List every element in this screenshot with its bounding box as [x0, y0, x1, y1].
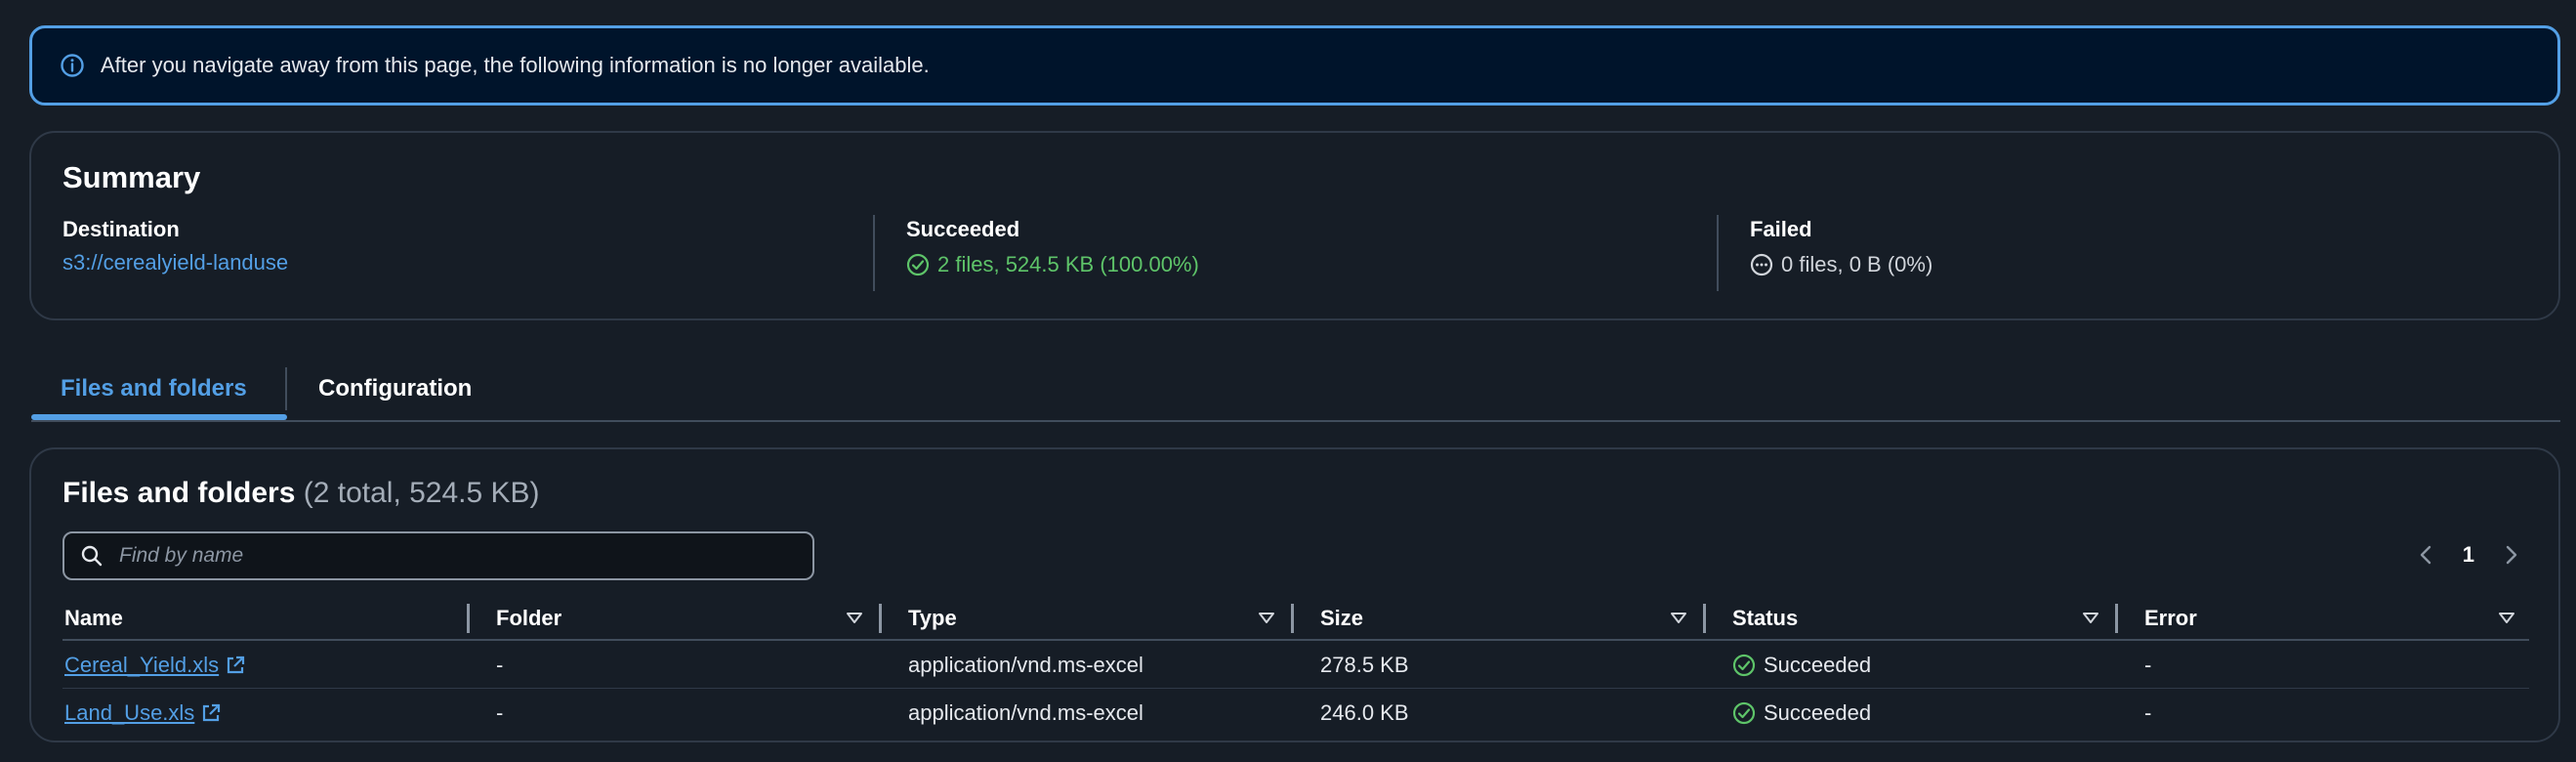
files-title: Files and folders	[62, 477, 296, 509]
summary-divider	[873, 215, 875, 291]
error-cell: -	[2144, 653, 2152, 677]
file-link[interactable]: Cereal_Yield.xls	[64, 653, 246, 678]
summary-title: Summary	[62, 160, 201, 194]
failed-column: Failed 0 files, 0 B (0%)	[1750, 217, 1932, 277]
summary-panel: Summary Destination s3://cerealyield-lan…	[29, 131, 2560, 320]
error-cell: -	[2144, 700, 2152, 725]
status-cell: Succeeded	[1732, 700, 1871, 726]
succeeded-value: 2 files, 524.5 KB (100.00%)	[937, 252, 1199, 276]
sort-caret-icon[interactable]	[1256, 608, 1277, 629]
external-link-icon	[225, 655, 246, 676]
column-resize-handle[interactable]	[1291, 604, 1294, 633]
files-table: Name Folder Type Size Status Error Cerea…	[62, 598, 2529, 737]
file-name: Land_Use.xls	[64, 700, 195, 725]
page: After you navigate away from this page, …	[0, 0, 2576, 762]
succeeded-column: Succeeded 2 files, 524.5 KB (100.00%)	[906, 217, 1199, 277]
active-tab-indicator	[31, 414, 287, 420]
previous-page-icon[interactable]	[2414, 539, 2437, 571]
folder-cell: -	[496, 700, 504, 725]
files-count: (2 total, 524.5 KB)	[303, 477, 540, 509]
destination-link[interactable]: s3://cerealyield-landuse	[62, 250, 288, 275]
failed-label: Failed	[1750, 217, 1812, 241]
check-circle-icon	[906, 253, 930, 276]
files-title-row: Files and folders (2 total, 524.5 KB)	[62, 477, 540, 510]
tab-files-and-folders[interactable]: Files and folders	[61, 375, 247, 402]
summary-divider	[1717, 215, 1719, 291]
table-header: Name Folder Type Size Status Error	[62, 598, 2529, 641]
info-alert: After you navigate away from this page, …	[29, 25, 2560, 106]
name-cell: Cereal_Yield.xls	[64, 653, 246, 678]
search-box	[62, 531, 814, 580]
name-cell: Land_Use.xls	[64, 700, 222, 726]
file-link[interactable]: Land_Use.xls	[64, 700, 222, 726]
check-circle-icon	[1732, 654, 1756, 677]
size-cell: 278.5 KB	[1320, 653, 1409, 677]
check-circle-icon	[1732, 701, 1756, 725]
column-header-error[interactable]: Error	[2144, 606, 2197, 631]
status-text: Succeeded	[1764, 653, 1872, 677]
failed-value-row: 0 files, 0 B (0%)	[1750, 252, 1932, 277]
type-cell: application/vnd.ms-excel	[908, 700, 1143, 725]
sort-caret-icon[interactable]	[844, 608, 865, 629]
search-icon	[80, 544, 104, 568]
status-text: Succeeded	[1764, 700, 1872, 725]
alert-text: After you navigate away from this page, …	[101, 53, 930, 77]
column-resize-handle[interactable]	[1703, 604, 1706, 633]
page-number[interactable]: 1	[2463, 542, 2474, 568]
files-panel: Files and folders (2 total, 524.5 KB) 1 …	[29, 447, 2560, 742]
next-page-icon[interactable]	[2500, 539, 2523, 571]
type-cell: application/vnd.ms-excel	[908, 653, 1143, 677]
sort-caret-icon[interactable]	[1668, 608, 1689, 629]
column-header-name[interactable]: Name	[64, 606, 123, 631]
ellipsis-circle-icon	[1750, 253, 1773, 276]
size-cell: 246.0 KB	[1320, 700, 1409, 725]
column-resize-handle[interactable]	[2115, 604, 2118, 633]
column-resize-handle[interactable]	[467, 604, 470, 633]
table-row: Land_Use.xls - application/vnd.ms-excel …	[62, 689, 2529, 737]
column-resize-handle[interactable]	[879, 604, 882, 633]
external-link-icon	[200, 702, 222, 724]
column-header-folder[interactable]: Folder	[496, 606, 561, 631]
search-input[interactable]	[119, 544, 783, 568]
tab-configuration[interactable]: Configuration	[318, 375, 472, 402]
sort-caret-icon[interactable]	[2496, 608, 2517, 629]
tab-divider	[285, 367, 287, 410]
table-row: Cereal_Yield.xls - application/vnd.ms-ex…	[62, 641, 2529, 689]
failed-value: 0 files, 0 B (0%)	[1781, 252, 1933, 276]
destination-label: Destination	[62, 217, 180, 241]
column-header-status[interactable]: Status	[1732, 606, 1798, 631]
info-icon	[60, 53, 85, 78]
tab-bar: Files and folders Configuration	[31, 363, 2560, 422]
column-header-size[interactable]: Size	[1320, 606, 1363, 631]
column-header-type[interactable]: Type	[908, 606, 957, 631]
sort-caret-icon[interactable]	[2080, 608, 2101, 629]
succeeded-label: Succeeded	[906, 217, 1020, 241]
file-name: Cereal_Yield.xls	[64, 653, 220, 677]
destination-column: Destination s3://cerealyield-landuse	[62, 217, 288, 275]
status-cell: Succeeded	[1732, 653, 1871, 678]
folder-cell: -	[496, 653, 504, 677]
pagination: 1	[2414, 539, 2523, 571]
succeeded-value-row: 2 files, 524.5 KB (100.00%)	[906, 252, 1199, 277]
